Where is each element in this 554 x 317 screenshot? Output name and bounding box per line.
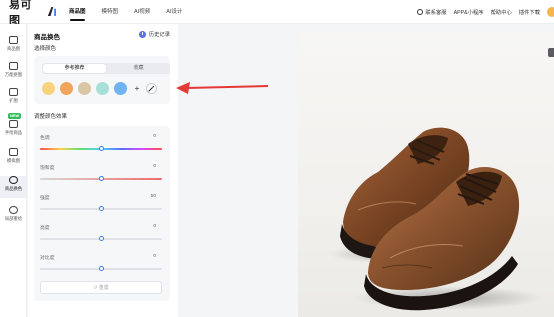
rail-item-product-image[interactable]: 商品图 bbox=[0, 36, 27, 58]
top-bar: 易可图 商品图 模特图 AI视频 AI设计 联系客服 APP&小程序 帮助中心 … bbox=[0, 0, 554, 27]
contrast-track[interactable] bbox=[40, 266, 162, 271]
panel-title: 商品换色 bbox=[34, 34, 60, 41]
slider-label: 亮度 bbox=[40, 226, 50, 231]
image-icon bbox=[9, 36, 18, 44]
eyedropper-button[interactable] bbox=[146, 82, 157, 94]
strength-track[interactable] bbox=[40, 206, 162, 211]
slider-label: 对比度 bbox=[40, 256, 55, 261]
product-photo[interactable] bbox=[298, 32, 554, 317]
reset-label: 重置 bbox=[98, 285, 109, 291]
nav-item-ai-video[interactable]: AI视频 bbox=[134, 0, 150, 24]
swatch-row: + bbox=[42, 81, 157, 95]
headset-icon bbox=[417, 9, 424, 15]
brightness-track[interactable] bbox=[40, 236, 162, 241]
slider-brightness: 亮度 0 bbox=[34, 224, 170, 252]
nav-item-product-image[interactable]: 商品图 bbox=[69, 0, 86, 24]
shoes-illustration bbox=[328, 127, 543, 311]
color-swatch[interactable] bbox=[60, 81, 73, 95]
logo[interactable]: 易可图 bbox=[9, 0, 57, 27]
layers-icon bbox=[9, 148, 18, 156]
rail-item-label: 商品图 bbox=[7, 46, 20, 51]
adjust-box: 色调 0 饱和度 0 强度 50 亮度 0 对比度 0 ↺ 重置 bbox=[34, 126, 170, 301]
add-color-icon[interactable]: + bbox=[132, 84, 142, 93]
rail-item-simulate[interactable]: 模拟图 bbox=[0, 148, 27, 170]
history-button[interactable]: 历史记录 bbox=[138, 30, 170, 38]
slider-value: 0 bbox=[153, 134, 156, 139]
slider-thumb[interactable] bbox=[98, 236, 104, 241]
color-picker-box: 参考推荐 收藏 + bbox=[34, 56, 170, 104]
left-tool-rail: 商品图 万能抠图 扩图 NEW 手绘商品 模拟图 商品换色 局部重绘 bbox=[0, 24, 27, 317]
eyedropper-icon bbox=[148, 85, 155, 92]
canvas-area bbox=[178, 24, 554, 317]
help-center-link[interactable]: 帮助中心 bbox=[491, 8, 512, 16]
nav-item-model-image[interactable]: 模特图 bbox=[102, 0, 119, 24]
color-swatch[interactable] bbox=[78, 81, 91, 95]
tab-recommended[interactable]: 参考推荐 bbox=[43, 64, 106, 73]
slider-thumb[interactable] bbox=[98, 146, 104, 151]
recolor-panel: 商品换色 历史记录 选择颜色 参考推荐 收藏 + 调整颜色效果 色调 0 饱和度… bbox=[28, 24, 178, 317]
compare-button[interactable] bbox=[548, 48, 554, 57]
contact-support-link[interactable]: 联系客服 bbox=[417, 8, 447, 16]
ai-logo-icon bbox=[47, 6, 57, 17]
color-tabs: 参考推荐 收藏 bbox=[42, 63, 170, 74]
slider-thumb[interactable] bbox=[98, 176, 104, 181]
slider-value: 0 bbox=[153, 224, 156, 229]
hue-track[interactable] bbox=[40, 146, 162, 151]
color-swatch[interactable] bbox=[96, 81, 109, 95]
color-swatch[interactable] bbox=[42, 81, 55, 95]
slider-value: 0 bbox=[153, 164, 156, 169]
repaint-icon bbox=[9, 206, 18, 214]
brush-icon bbox=[9, 120, 18, 128]
rail-item-label: 扩图 bbox=[9, 98, 18, 103]
app-link[interactable]: APP&小程序 bbox=[454, 8, 484, 16]
rail-item-label: 局部重绘 bbox=[4, 216, 23, 221]
slider-value: 0 bbox=[153, 254, 156, 259]
slider-strength: 强度 50 bbox=[34, 194, 170, 222]
slider-value: 50 bbox=[150, 194, 156, 199]
history-clock-icon bbox=[138, 30, 146, 38]
rail-item-label: 模拟图 bbox=[7, 158, 20, 163]
app-root: 易可图 商品图 模特图 AI视频 AI设计 联系客服 APP&小程序 帮助中心 … bbox=[0, 0, 554, 317]
rail-item-repaint[interactable]: 局部重绘 bbox=[0, 206, 27, 228]
rail-item-hand-drawn[interactable]: NEW 手绘商品 bbox=[0, 113, 27, 138]
rail-item-cutout[interactable]: 万能抠图 bbox=[0, 62, 27, 84]
rail-item-label: 手绘商品 bbox=[4, 130, 23, 135]
rail-item-expand[interactable]: 扩图 bbox=[0, 88, 27, 110]
rail-item-label: 商品换色 bbox=[4, 186, 23, 191]
rail-item-label: 万能抠图 bbox=[4, 72, 23, 77]
slider-saturation: 饱和度 0 bbox=[34, 164, 170, 192]
slider-label: 强度 bbox=[40, 196, 50, 201]
main-nav: 商品图 模特图 AI视频 AI设计 bbox=[69, 0, 198, 24]
slider-label: 色调 bbox=[40, 136, 50, 141]
choose-color-label: 选择颜色 bbox=[34, 46, 57, 52]
reset-button[interactable]: ↺ 重置 bbox=[40, 281, 162, 294]
top-right-links: 联系客服 APP&小程序 帮助中心 插件下载 bbox=[410, 0, 554, 24]
palette-icon bbox=[9, 176, 18, 184]
vip-badge-icon[interactable] bbox=[547, 7, 554, 17]
contact-support-label: 联系客服 bbox=[425, 10, 447, 16]
plugin-download-link[interactable]: 插件下载 bbox=[519, 8, 540, 16]
nav-item-ai-design[interactable]: AI设计 bbox=[166, 0, 182, 24]
slider-contrast: 对比度 0 bbox=[34, 254, 170, 282]
slider-thumb[interactable] bbox=[98, 206, 104, 211]
saturation-track[interactable] bbox=[40, 176, 162, 181]
cutout-icon bbox=[9, 62, 18, 70]
tab-favorites[interactable]: 收藏 bbox=[107, 63, 170, 74]
new-badge: NEW bbox=[8, 113, 22, 119]
slider-label: 饱和度 bbox=[40, 166, 55, 171]
color-swatch[interactable] bbox=[114, 81, 127, 95]
slider-hue: 色调 0 bbox=[34, 134, 170, 162]
history-label: 历史记录 bbox=[148, 32, 170, 38]
rail-item-recolor[interactable]: 商品换色 bbox=[0, 176, 27, 198]
adjust-color-label: 调整颜色效果 bbox=[34, 114, 68, 120]
expand-icon bbox=[9, 88, 18, 96]
slider-thumb[interactable] bbox=[98, 266, 104, 271]
